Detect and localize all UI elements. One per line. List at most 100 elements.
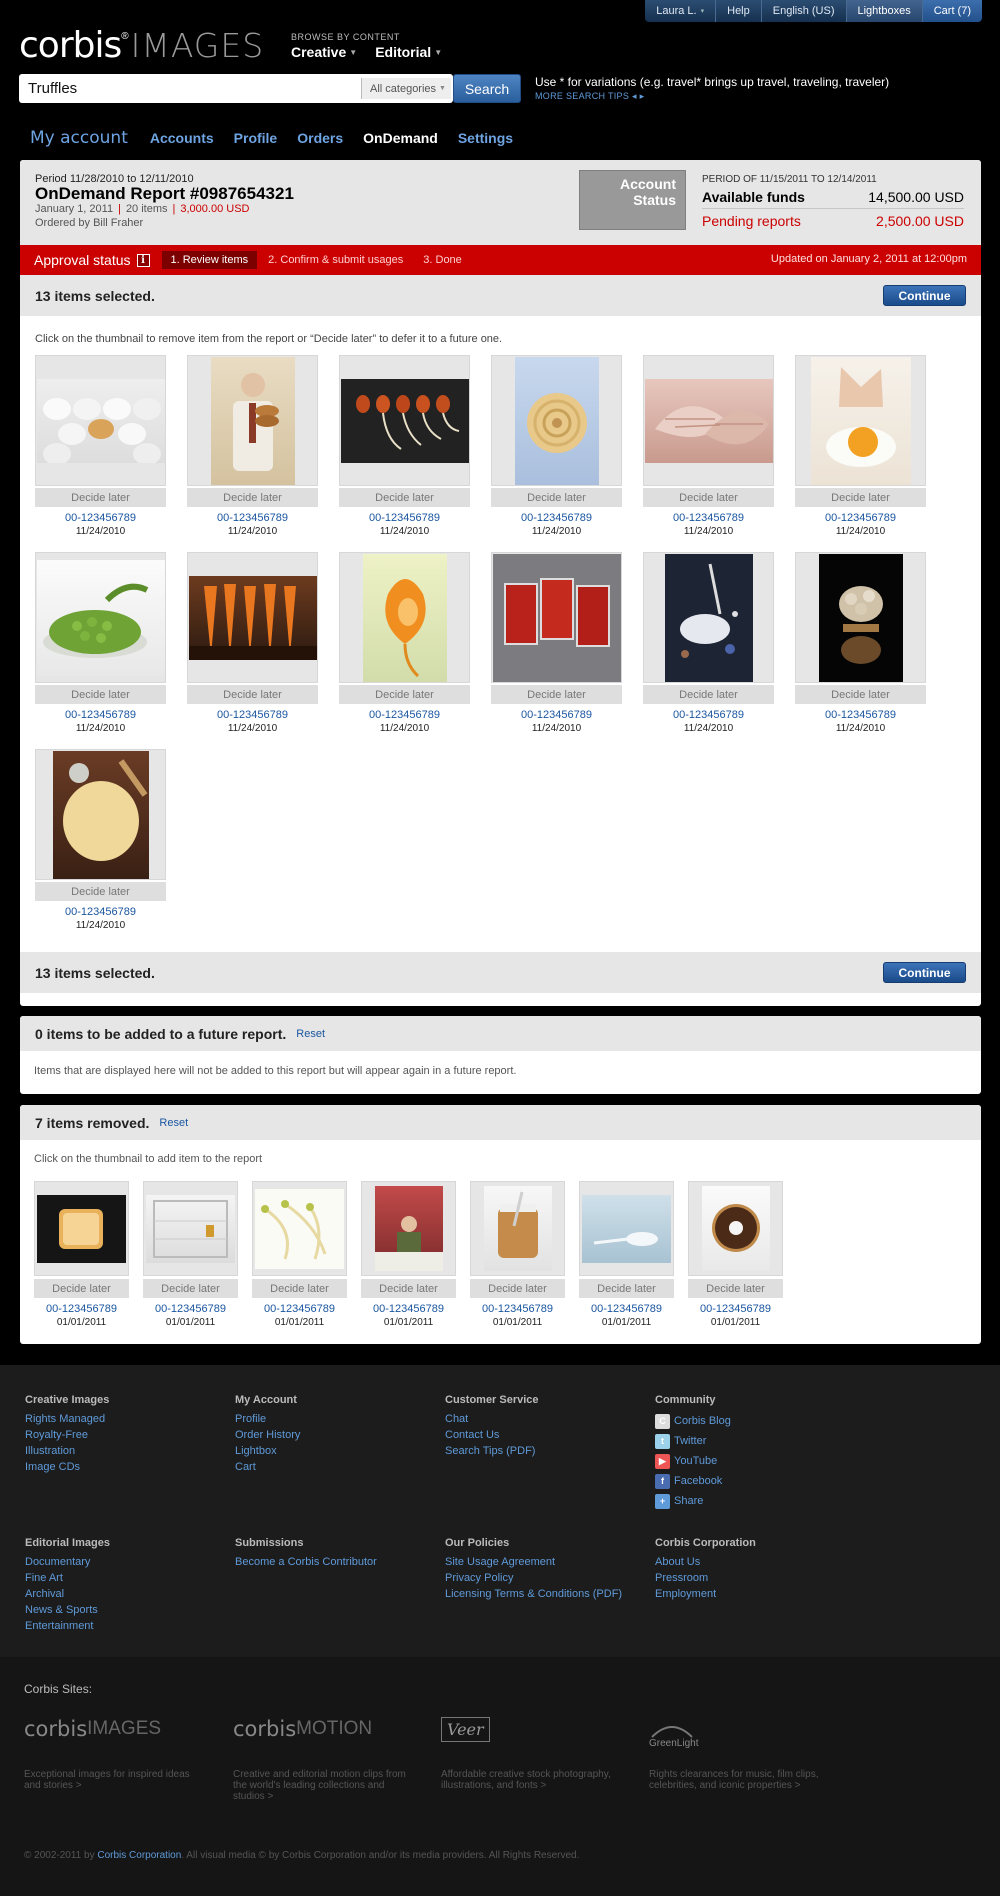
decide-later-button[interactable]: Decide later [35, 882, 166, 901]
item-id-link[interactable]: 00-123456789 [795, 512, 926, 524]
thumbnail[interactable] [643, 355, 774, 486]
item-id-link[interactable]: 00-123456789 [470, 1303, 565, 1315]
thumbnail[interactable] [339, 355, 470, 486]
footer-link[interactable]: f Facebook [655, 1471, 855, 1491]
item-id-link[interactable]: 00-123456789 [339, 512, 470, 524]
item-id-link[interactable]: 00-123456789 [252, 1303, 347, 1315]
item-id-link[interactable]: 00-123456789 [187, 709, 318, 721]
site-veer[interactable]: Veer Affordable creative stock photograp… [441, 1709, 616, 1791]
footer-link[interactable]: Privacy Policy [445, 1570, 645, 1586]
thumbnail[interactable] [252, 1181, 347, 1276]
decide-later-button[interactable]: Decide later [688, 1279, 783, 1298]
step-done[interactable]: 3. Done [414, 251, 471, 269]
footer-link[interactable]: ▶ YouTube [655, 1451, 855, 1471]
thumbnail[interactable] [688, 1181, 783, 1276]
footer-link[interactable]: Cart [235, 1459, 435, 1475]
thumbnail[interactable] [339, 552, 470, 683]
thumbnail[interactable] [35, 355, 166, 486]
decide-later-button[interactable]: Decide later [491, 685, 622, 704]
footer-link[interactable]: Lightbox [235, 1443, 435, 1459]
decide-later-button[interactable]: Decide later [187, 488, 318, 507]
item-id-link[interactable]: 00-123456789 [35, 512, 166, 524]
decide-later-button[interactable]: Decide later [35, 488, 166, 507]
decide-later-button[interactable]: Decide later [339, 488, 470, 507]
footer-link[interactable]: About Us [655, 1554, 855, 1570]
item-id-link[interactable]: 00-123456789 [491, 512, 622, 524]
item-id-link[interactable]: 00-123456789 [187, 512, 318, 524]
site-corbis-motion[interactable]: corbis MOTION Creative and editorial moti… [233, 1709, 408, 1802]
footer-link[interactable]: Documentary [25, 1554, 225, 1570]
cart-link[interactable]: Cart (7) [921, 0, 982, 22]
site-greenlight[interactable]: GreenLight Rights clearances for music, … [649, 1709, 824, 1791]
thumbnail[interactable] [795, 355, 926, 486]
tab-profile[interactable]: Profile [234, 130, 278, 146]
continue-button[interactable]: Continue [883, 285, 966, 306]
item-id-link[interactable]: 00-123456789 [643, 512, 774, 524]
footer-link[interactable]: Become a Corbis Contributor [235, 1554, 435, 1570]
item-id-link[interactable]: 00-123456789 [643, 709, 774, 721]
footer-link[interactable]: News & Sports [25, 1602, 225, 1618]
help-link[interactable]: Help [715, 0, 761, 22]
footer-link[interactable]: Site Usage Agreement [445, 1554, 645, 1570]
thumbnail[interactable] [35, 552, 166, 683]
tab-ondemand[interactable]: OnDemand [363, 130, 438, 146]
step-review-items[interactable]: 1. Review items [161, 251, 258, 269]
item-id-link[interactable]: 00-123456789 [795, 709, 926, 721]
creative-menu[interactable]: Creative ▼ [291, 44, 357, 60]
decide-later-button[interactable]: Decide later [643, 685, 774, 704]
thumbnail[interactable] [579, 1181, 674, 1276]
search-category-select[interactable]: All categories ▼ [361, 78, 451, 99]
decide-later-button[interactable]: Decide later [795, 685, 926, 704]
tab-settings[interactable]: Settings [458, 130, 513, 146]
thumbnail[interactable] [491, 552, 622, 683]
search-button[interactable]: Search [453, 74, 521, 103]
item-id-link[interactable]: 00-123456789 [579, 1303, 674, 1315]
site-corbis-images[interactable]: corbis IMAGES Exceptional images for insp… [24, 1709, 199, 1791]
tab-accounts[interactable]: Accounts [150, 130, 214, 146]
item-id-link[interactable]: 00-123456789 [688, 1303, 783, 1315]
info-icon[interactable]: i [136, 253, 150, 267]
corbis-corporation-link[interactable]: Corbis Corporation [97, 1850, 181, 1861]
footer-link[interactable]: Rights Managed [25, 1411, 225, 1427]
decide-later-button[interactable]: Decide later [252, 1279, 347, 1298]
decide-later-button[interactable]: Decide later [579, 1279, 674, 1298]
footer-link[interactable]: Search Tips (PDF) [445, 1443, 645, 1459]
search-input[interactable] [19, 74, 361, 103]
thumbnail[interactable] [795, 552, 926, 683]
thumbnail[interactable] [470, 1181, 565, 1276]
decide-later-button[interactable]: Decide later [34, 1279, 129, 1298]
thumbnail[interactable] [143, 1181, 238, 1276]
removed-reset-link[interactable]: Reset [159, 1117, 188, 1129]
footer-link[interactable]: Illustration [25, 1443, 225, 1459]
lightboxes-link[interactable]: Lightboxes [845, 0, 922, 22]
continue-button[interactable]: Continue [883, 962, 966, 983]
decide-later-button[interactable]: Decide later [491, 488, 622, 507]
thumbnail[interactable] [187, 355, 318, 486]
decide-later-button[interactable]: Decide later [470, 1279, 565, 1298]
footer-link[interactable]: Licensing Terms & Conditions (PDF) [445, 1586, 645, 1602]
language-selector[interactable]: English (US) [760, 0, 846, 22]
thumbnail[interactable] [35, 749, 166, 880]
editorial-menu[interactable]: Editorial ▼ [375, 44, 442, 60]
thumbnail[interactable] [361, 1181, 456, 1276]
item-id-link[interactable]: 00-123456789 [35, 906, 166, 918]
corbis-images-logo[interactable]: corbis ® IMAGES [19, 25, 264, 66]
item-id-link[interactable]: 00-123456789 [491, 709, 622, 721]
footer-link[interactable]: t Twitter [655, 1431, 855, 1451]
decide-later-button[interactable]: Decide later [361, 1279, 456, 1298]
tab-orders[interactable]: Orders [297, 130, 343, 146]
my-account-title[interactable]: My account [30, 128, 128, 148]
footer-link[interactable]: + Share [655, 1491, 855, 1511]
footer-link[interactable]: Order History [235, 1427, 435, 1443]
footer-link[interactable]: Royalty-Free [25, 1427, 225, 1443]
decide-later-button[interactable]: Decide later [187, 685, 318, 704]
decide-later-button[interactable]: Decide later [339, 685, 470, 704]
item-id-link[interactable]: 00-123456789 [35, 709, 166, 721]
footer-link[interactable]: Pressroom [655, 1570, 855, 1586]
decide-later-button[interactable]: Decide later [35, 685, 166, 704]
thumbnail[interactable] [34, 1181, 129, 1276]
footer-link[interactable]: Entertainment [25, 1618, 225, 1634]
thumbnail[interactable] [491, 355, 622, 486]
item-id-link[interactable]: 00-123456789 [143, 1303, 238, 1315]
footer-link[interactable]: Archival [25, 1586, 225, 1602]
